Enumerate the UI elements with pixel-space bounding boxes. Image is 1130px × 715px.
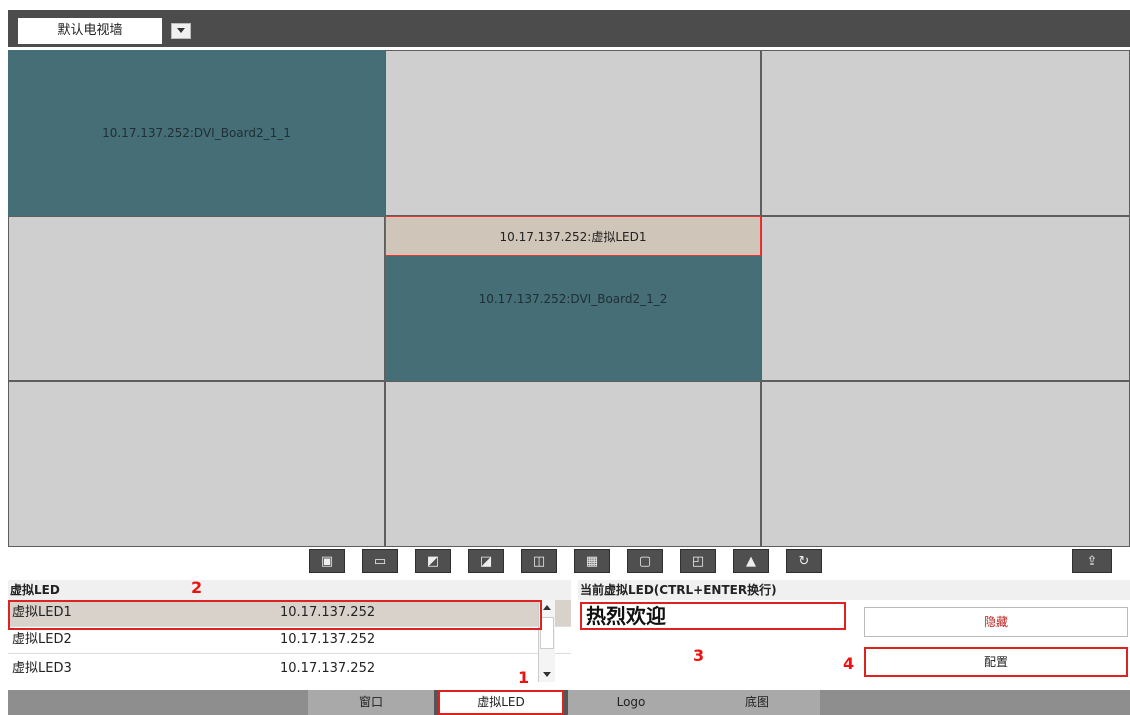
- layer-up-icon[interactable]: ◪: [468, 549, 504, 573]
- led-name: 虚拟LED2: [12, 632, 72, 647]
- chevron-down-icon[interactable]: [171, 23, 191, 39]
- annotation-1: 1: [518, 668, 530, 687]
- refresh-icon[interactable]: ↻: [786, 549, 822, 573]
- tab-logo[interactable]: Logo: [568, 690, 694, 715]
- roam-icon[interactable]: ◰: [680, 549, 716, 573]
- annotation-2: 2: [191, 578, 203, 597]
- list-item[interactable]: 虚拟LED2 10.17.137.252: [8, 627, 571, 654]
- open-window-icon[interactable]: ▣: [309, 549, 345, 573]
- video-window-1[interactable]: 10.17.137.252:DVI_Board2_1_1: [8, 50, 385, 216]
- scroll-down-icon[interactable]: [543, 672, 551, 677]
- config-button[interactable]: 配置: [864, 647, 1128, 677]
- window-label: 10.17.137.252:DVI_Board2_1_1: [102, 126, 291, 140]
- tab-spacer-right: [820, 690, 1130, 715]
- wall-toolbar: ▣ ▭ ◩ ◪ ◫ ▦ ▢ ◰ ▲ ↻ ⇪: [8, 547, 1130, 577]
- tab-virtual-led[interactable]: 虚拟LED: [438, 690, 564, 715]
- scroll-thumb[interactable]: [540, 617, 554, 649]
- bottom-tab-bar: 窗口 虚拟LED Logo 底图: [8, 690, 1130, 715]
- layer-down-icon[interactable]: ◫: [521, 549, 557, 573]
- screen-cell[interactable]: [8, 216, 385, 381]
- list-item[interactable]: 虚拟LED3 10.17.137.252: [8, 654, 571, 676]
- scroll-up-icon[interactable]: [543, 605, 551, 610]
- tab-spacer-left: [8, 690, 308, 715]
- close-window-icon[interactable]: ◩: [415, 549, 451, 573]
- led-ip: 10.17.137.252: [280, 661, 376, 676]
- fullscreen-icon[interactable]: ▢: [627, 549, 663, 573]
- led-overlay-label: 10.17.137.252:虚拟LED1: [499, 229, 647, 244]
- tab-window[interactable]: 窗口: [308, 690, 434, 715]
- align-icon[interactable]: ▲: [733, 549, 769, 573]
- screen-cell[interactable]: [385, 381, 761, 547]
- video-wall-grid: 10.17.137.252:DVI_Board2_1_1 10.17.137.2…: [8, 50, 1130, 547]
- top-bar: 默认电视墙: [8, 10, 1130, 47]
- virtual-led-overlay[interactable]: 10.17.137.252:虚拟LED1: [385, 216, 761, 256]
- screen-cell[interactable]: [8, 381, 385, 547]
- monitor-icon[interactable]: ▭: [362, 549, 398, 573]
- hide-button[interactable]: 隐藏: [864, 607, 1128, 637]
- led-ip: 10.17.137.252: [280, 632, 376, 647]
- tab-background[interactable]: 底图: [694, 690, 820, 715]
- screen-cell[interactable]: [761, 381, 1130, 547]
- export-icon[interactable]: ⇪: [1072, 549, 1112, 573]
- screen-cell[interactable]: [761, 216, 1130, 381]
- window-label: 10.17.137.252:DVI_Board2_1_2: [478, 291, 668, 306]
- annotation-4: 4: [843, 654, 855, 673]
- annotation-3: 3: [693, 646, 705, 665]
- led-text-area[interactable]: [580, 630, 856, 682]
- current-led-title: 当前虚拟LED(CTRL+ENTER换行): [578, 580, 1130, 600]
- screen-cell[interactable]: [761, 50, 1130, 216]
- split-icon[interactable]: ▦: [574, 549, 610, 573]
- led-name: 虚拟LED3: [12, 661, 72, 676]
- highlight-led-row: [8, 600, 542, 630]
- screen-cell[interactable]: [385, 50, 761, 216]
- video-wall-select[interactable]: 默认电视墙: [18, 18, 162, 44]
- led-list-title: 虚拟LED: [8, 580, 571, 600]
- led-list-panel: 虚拟LED 虚拟LED1 10.17.137.252 虚拟LED2 10.17.…: [8, 580, 571, 682]
- led-text-input[interactable]: 热烈欢迎: [580, 602, 846, 630]
